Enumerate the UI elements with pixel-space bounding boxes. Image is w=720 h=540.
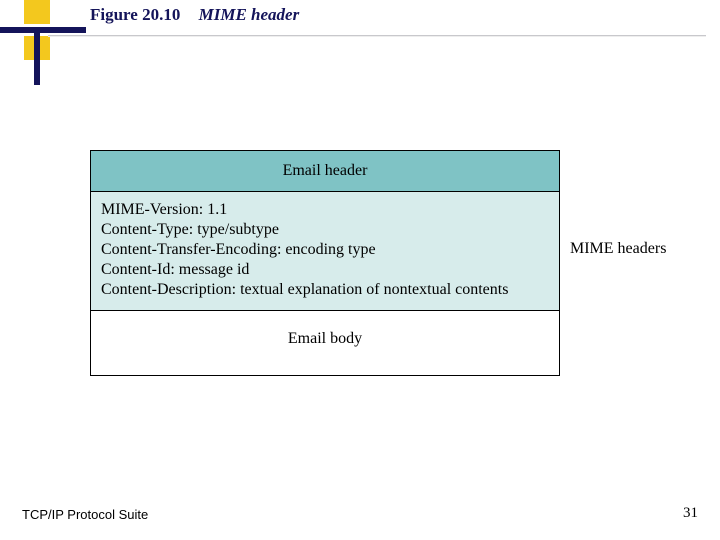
figure-caption: MIME header: [199, 5, 300, 24]
mime-diagram: Email header MIME-Version: 1.1 Content-T…: [90, 150, 560, 376]
figure-title: Figure 20.10 MIME header: [90, 5, 299, 25]
slide: Figure 20.10 MIME header Email header MI…: [0, 0, 720, 540]
decor-bar-horizontal: [0, 27, 86, 33]
mime-headers-row: MIME-Version: 1.1 Content-Type: type/sub…: [91, 192, 559, 311]
mime-line: Content-Type: type/subtype: [101, 220, 549, 240]
decor-bar-vertical: [34, 27, 40, 85]
page-number: 31: [683, 505, 698, 522]
mime-line: MIME-Version: 1.1: [101, 200, 549, 220]
footer-source: TCP/IP Protocol Suite: [22, 507, 148, 522]
title-underline: [48, 35, 706, 36]
mime-line: Content-Description: textual explanation…: [101, 280, 549, 300]
figure-number: Figure 20.10: [90, 5, 180, 24]
email-header-row: Email header: [91, 151, 559, 192]
email-body-row: Email body: [91, 311, 559, 375]
mime-headers-side-label: MIME headers: [570, 240, 666, 258]
mime-line: Content-Id: message id: [101, 260, 549, 280]
mime-line: Content-Transfer-Encoding: encoding type: [101, 240, 549, 260]
decor-square-top: [24, 0, 50, 24]
